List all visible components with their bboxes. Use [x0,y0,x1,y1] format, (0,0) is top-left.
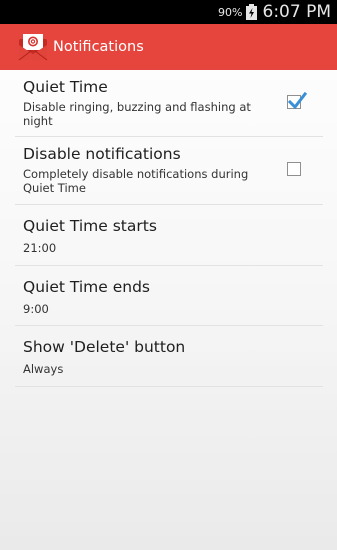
setting-quiet-time-starts[interactable]: Quiet Time starts 21:00 [15,205,323,266]
quiet-time-checkbox[interactable] [287,92,307,110]
screen-title: Notifications [53,39,144,55]
setting-summary: Always [23,362,64,376]
setting-summary: 9:00 [23,302,49,316]
setting-summary: Completely disable notifications during … [23,167,249,195]
setting-show-delete-button[interactable]: Show 'Delete' button Always [15,326,323,387]
setting-title: Quiet Time starts [23,217,157,235]
status-bar: 90% 6:07 PM [0,0,337,24]
clock: 6:07 PM [262,2,332,22]
mail-envelope-icon[interactable] [18,33,48,61]
setting-quiet-time[interactable]: Quiet Time Disable ringing, buzzing and … [15,70,323,137]
battery-charging-icon [245,4,257,20]
setting-quiet-time-ends[interactable]: Quiet Time ends 9:00 [15,266,323,326]
battery-percent: 90% [218,5,243,19]
checkmark-icon [287,92,307,110]
settings-list: Quiet Time Disable ringing, buzzing and … [15,70,323,387]
setting-title: Quiet Time ends [23,278,151,296]
setting-title: Show 'Delete' button [23,338,186,356]
setting-summary: Disable ringing, buzzing and flashing at… [23,100,251,128]
setting-title: Disable notifications [23,145,181,163]
setting-summary: 21:00 [23,241,57,255]
action-bar: Notifications [0,24,337,70]
disable-notifications-checkbox[interactable] [287,162,301,176]
setting-disable-notifications[interactable]: Disable notifications Completely disable… [15,137,323,205]
setting-title: Quiet Time [23,78,108,96]
